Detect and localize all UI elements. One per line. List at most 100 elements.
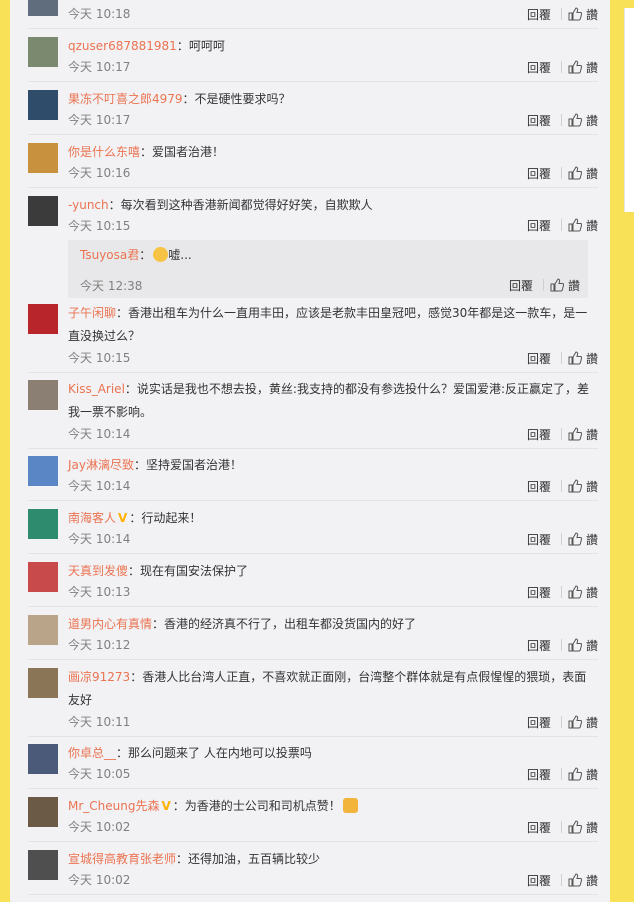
comment-actions: 回覆 讚 bbox=[527, 58, 598, 76]
comment-actions: 回覆 讚 bbox=[527, 425, 598, 443]
reply-button[interactable]: 回覆 bbox=[527, 112, 551, 129]
like-label: 讚 bbox=[585, 767, 598, 782]
comment-time: 今天 10:11 bbox=[68, 715, 131, 729]
like-button[interactable]: 讚 bbox=[568, 478, 598, 495]
reply-button[interactable]: 回覆 bbox=[527, 872, 551, 889]
like-button[interactable]: 讚 bbox=[568, 217, 598, 234]
like-button[interactable]: 讚 bbox=[568, 426, 598, 443]
avatar[interactable] bbox=[28, 143, 58, 173]
like-button[interactable]: 讚 bbox=[568, 59, 598, 76]
comment-actions: 回覆 讚 bbox=[527, 477, 598, 495]
like-label: 讚 bbox=[585, 218, 598, 233]
like-button[interactable]: 讚 bbox=[568, 584, 598, 601]
comment-username[interactable]: 宣城得高教育张老师 bbox=[68, 852, 176, 866]
like-button[interactable]: 讚 bbox=[568, 350, 598, 367]
avatar[interactable] bbox=[28, 304, 58, 334]
avatar[interactable] bbox=[28, 562, 58, 592]
avatar[interactable] bbox=[28, 90, 58, 120]
avatar[interactable] bbox=[28, 615, 58, 645]
thumbs-up-icon bbox=[568, 479, 582, 493]
like-button[interactable]: 讚 bbox=[568, 531, 598, 548]
avatar[interactable] bbox=[28, 668, 58, 698]
like-button[interactable]: 讚 bbox=[568, 6, 598, 23]
avatar[interactable] bbox=[28, 196, 58, 226]
reply-button[interactable]: 回覆 bbox=[527, 531, 551, 548]
comment-text: qzuser687881981：呵呵呵 bbox=[68, 35, 593, 58]
like-button[interactable]: 讚 bbox=[568, 637, 598, 654]
comment-username[interactable]: qzuser687881981 bbox=[68, 39, 177, 53]
reply-button[interactable]: 回覆 bbox=[527, 217, 551, 234]
colon: ： bbox=[139, 248, 152, 262]
like-label: 讚 bbox=[585, 585, 598, 600]
divider bbox=[560, 821, 562, 833]
like-label: 讚 bbox=[585, 638, 598, 653]
like-label: 讚 bbox=[585, 166, 598, 181]
reply-button[interactable]: 回覆 bbox=[527, 478, 551, 495]
avatar[interactable] bbox=[28, 509, 58, 539]
reply-button[interactable]: 回覆 bbox=[527, 766, 551, 783]
avatar[interactable] bbox=[28, 0, 58, 16]
like-label: 讚 bbox=[567, 278, 580, 293]
comment-time: 今天 10:15 bbox=[68, 219, 131, 233]
thumbs-up-icon bbox=[568, 218, 582, 232]
comment-item: 宣城得高教育张老师：还得加油，五百辆比较少 今天 10:02 回覆 讚 bbox=[28, 842, 598, 895]
comment-username[interactable]: 你卓总__ bbox=[68, 746, 116, 760]
thumbs-up-icon bbox=[568, 638, 582, 652]
comment-item: 果冻不叮喜之郎4979：不是硬性要求吗？ 今天 10:17 回覆 讚 bbox=[28, 82, 598, 135]
avatar[interactable] bbox=[28, 850, 58, 880]
sub-reply-text: Tsuyosa君： 嘘... bbox=[80, 244, 575, 267]
comment-username[interactable]: Mr_Cheung先森 bbox=[68, 799, 159, 813]
comment-panel: 今天 10:18 回覆 讚 qzuser687881981：呵呵呵 今天 10:1… bbox=[10, 0, 610, 902]
thumbs-up-icon bbox=[568, 166, 582, 180]
comment-item: 天真到发傻：现在有国安法保护了 今天 10:13 回覆 讚 bbox=[28, 554, 598, 607]
reply-button[interactable]: 回覆 bbox=[527, 714, 551, 731]
avatar[interactable] bbox=[28, 744, 58, 774]
like-button[interactable]: 讚 bbox=[568, 766, 598, 783]
reply-button[interactable]: 回覆 bbox=[527, 819, 551, 836]
comment-username[interactable]: 天真到发傻 bbox=[68, 564, 128, 578]
like-button[interactable]: 讚 bbox=[568, 819, 598, 836]
comment-username[interactable]: -yunch bbox=[68, 198, 109, 212]
reply-button[interactable]: 回覆 bbox=[527, 350, 551, 367]
comment-actions: 回覆 讚 bbox=[527, 216, 598, 234]
divider bbox=[560, 114, 562, 126]
sub-reply-username[interactable]: Tsuyosa君 bbox=[80, 248, 139, 262]
reply-button[interactable]: 回覆 bbox=[527, 59, 551, 76]
reply-button[interactable]: 回覆 bbox=[527, 637, 551, 654]
comment-username[interactable]: 你是什么东嘻 bbox=[68, 145, 140, 159]
reply-button[interactable]: 回覆 bbox=[527, 584, 551, 601]
like-button[interactable]: 讚 bbox=[568, 872, 598, 889]
reply-button[interactable]: 回覆 bbox=[527, 6, 551, 23]
reply-button[interactable]: 回覆 bbox=[527, 426, 551, 443]
comment-item: 道男内心有真情：香港的经济真不行了，出租车都没货国内的好了 今天 10:12 回覆 讚 bbox=[28, 607, 598, 660]
reply-button[interactable]: 回覆 bbox=[527, 165, 551, 182]
comment-content: ：现在有国安法保护了 bbox=[128, 564, 249, 578]
comment-item: 画凉91273：香港人比台湾人正直，不喜欢就正面刚，台湾整个群体就是有点假惺惺的… bbox=[28, 660, 598, 737]
comment-username[interactable]: 道男内心有真情 bbox=[68, 617, 152, 631]
avatar[interactable] bbox=[28, 380, 58, 410]
thumbs-up-icon bbox=[568, 585, 582, 599]
avatar[interactable] bbox=[28, 456, 58, 486]
comment-text: 南海客人 V ：行动起来！ bbox=[68, 507, 593, 530]
divider bbox=[542, 279, 544, 291]
like-button[interactable]: 讚 bbox=[568, 165, 598, 182]
divider bbox=[560, 480, 562, 492]
divider bbox=[560, 874, 562, 886]
like-label: 讚 bbox=[585, 820, 598, 835]
avatar[interactable] bbox=[28, 797, 58, 827]
reply-button[interactable]: 回覆 bbox=[509, 277, 533, 294]
like-button[interactable]: 讚 bbox=[550, 277, 580, 294]
comment-username[interactable]: Kiss_Ariel bbox=[68, 382, 125, 396]
comment-username[interactable]: Jay淋漓尽致 bbox=[68, 458, 134, 472]
comment-text: 子午闲聊：香港出租车为什么一直用丰田，应该是老款丰田皇冠吧，感觉30年都是这一款… bbox=[68, 302, 593, 348]
comment-username[interactable]: 果冻不叮喜之郎4979 bbox=[68, 92, 183, 106]
comment-username[interactable]: 画凉91273 bbox=[68, 670, 130, 684]
comment-actions: 回覆 讚 bbox=[527, 713, 598, 731]
comment-username[interactable]: 南海客人 bbox=[68, 511, 116, 525]
comment-item: qzuser687881981：呵呵呵 今天 10:17 回覆 讚 bbox=[28, 29, 598, 82]
comment-time: 今天 10:14 bbox=[68, 479, 131, 493]
like-button[interactable]: 讚 bbox=[568, 714, 598, 731]
comment-username[interactable]: 子午闲聊 bbox=[68, 306, 116, 320]
avatar[interactable] bbox=[28, 37, 58, 67]
like-button[interactable]: 讚 bbox=[568, 112, 598, 129]
